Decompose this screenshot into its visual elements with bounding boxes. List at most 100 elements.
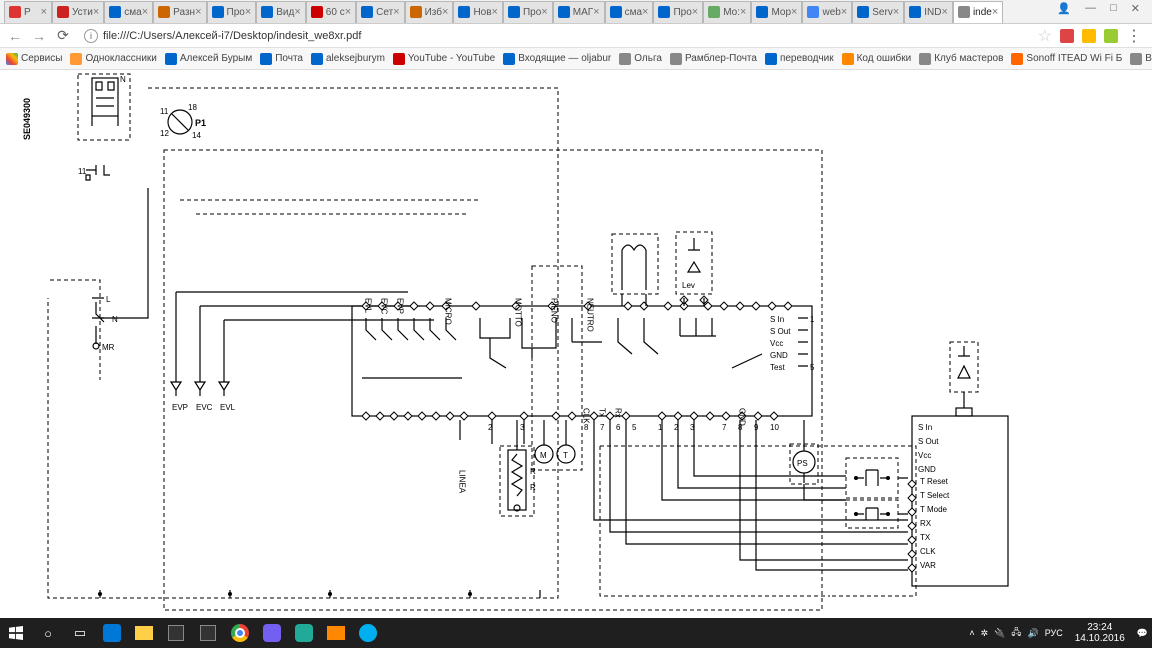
tray-lang[interactable]: РУС — [1045, 628, 1063, 638]
tb-edge[interactable] — [96, 618, 128, 648]
bookmark-8[interactable]: переводчик — [765, 53, 834, 65]
tab-favicon — [857, 6, 869, 18]
tb-explorer[interactable] — [128, 618, 160, 648]
tab-close-icon[interactable]: × — [642, 6, 648, 18]
task-view-button[interactable]: ▭ — [64, 618, 96, 648]
tb-calc[interactable] — [192, 618, 224, 648]
bookmark-label: Алексей Бурым — [180, 53, 252, 64]
bookmark-label: YouTube - YouTube — [408, 53, 495, 64]
tab-16[interactable]: web× — [802, 1, 852, 23]
tb-viber[interactable] — [256, 618, 288, 648]
tab-12[interactable]: сма× — [605, 1, 654, 23]
bookmark-icon — [765, 53, 777, 65]
bookmark-6[interactable]: Ольга — [619, 53, 662, 65]
tab-close-icon[interactable]: × — [541, 6, 547, 18]
tb-app1[interactable] — [288, 618, 320, 648]
tab-close-icon[interactable]: × — [93, 6, 99, 18]
ext-icon-3[interactable] — [1104, 29, 1118, 43]
tab-close-icon[interactable]: × — [791, 6, 797, 18]
tab-17[interactable]: Serv× — [852, 1, 904, 23]
tab-8[interactable]: Изб× — [405, 1, 454, 23]
tab-10[interactable]: Про× — [503, 1, 553, 23]
start-button[interactable] — [0, 618, 32, 648]
back-button[interactable]: ← — [6, 27, 24, 45]
maximize-button[interactable]: □ — [1110, 2, 1117, 14]
bookmark-label: Одноклассники — [85, 53, 156, 64]
ext-icon-1[interactable] — [1060, 29, 1074, 43]
tab-19[interactable]: inde× — [953, 1, 1003, 23]
tab-close-icon[interactable]: × — [692, 6, 698, 18]
bookmark-7[interactable]: Рамблер-Почта — [670, 53, 757, 65]
site-info-icon[interactable]: i — [84, 29, 98, 43]
tab-9[interactable]: Нов× — [453, 1, 503, 23]
tab-0[interactable]: Р× — [4, 1, 52, 23]
forward-button[interactable]: → — [30, 27, 48, 45]
tab-close-icon[interactable]: × — [41, 6, 47, 18]
action-center-icon[interactable]: 💬 — [1137, 628, 1148, 639]
tb-chrome[interactable] — [224, 618, 256, 648]
tab-3[interactable]: Разн× — [153, 1, 206, 23]
svg-text:Lev: Lev — [682, 281, 695, 290]
tab-favicon — [212, 6, 224, 18]
tab-close-icon[interactable]: × — [294, 6, 300, 18]
tray-chevron-icon[interactable]: ˄ — [969, 628, 974, 638]
tab-close-icon[interactable]: × — [245, 6, 251, 18]
pdf-content[interactable]: .w{stroke:#000;stroke-width:1.2;fill:non… — [0, 70, 1152, 618]
tab-close-icon[interactable]: × — [393, 6, 399, 18]
bookmark-4[interactable]: YouTube - YouTube — [393, 53, 495, 65]
bookmark-5[interactable]: Входящие — oljabur — [503, 53, 611, 65]
tab-1[interactable]: Усти× — [52, 1, 104, 23]
tab-4[interactable]: Про× — [207, 1, 257, 23]
tab-close-icon[interactable]: × — [142, 6, 148, 18]
svg-text:NEUTRO: NEUTRO — [586, 298, 595, 332]
tab-close-icon[interactable]: × — [893, 6, 899, 18]
taskbar-clock[interactable]: 23:24 14.10.2016 — [1069, 622, 1131, 644]
bookmark-icon — [842, 53, 854, 65]
tab-15[interactable]: Мор× — [751, 1, 802, 23]
tab-close-icon[interactable]: × — [841, 6, 847, 18]
tab-2[interactable]: сма× — [104, 1, 153, 23]
star-icon[interactable]: ☆ — [1038, 26, 1052, 46]
reload-button[interactable]: ⟳ — [54, 27, 72, 45]
tab-close-icon[interactable]: × — [195, 6, 201, 18]
tray-bt-icon[interactable]: ✲ — [981, 628, 989, 639]
bookmark-12[interactable]: Выполнен импорт — [1130, 53, 1152, 65]
tab-close-icon[interactable]: × — [593, 6, 599, 18]
tab-label: Р — [24, 7, 31, 18]
tab-close-icon[interactable]: × — [992, 6, 998, 18]
window-menu-icon[interactable]: 👤 — [1057, 2, 1071, 15]
minimize-button[interactable]: — — [1085, 2, 1096, 14]
bookmark-3[interactable]: aleksejburym — [311, 53, 385, 65]
tab-6[interactable]: 60 с× — [306, 1, 356, 23]
tb-app2[interactable] — [320, 618, 352, 648]
tab-7[interactable]: Сет× — [356, 1, 404, 23]
tray-net-icon[interactable]: 🖧 — [1011, 625, 1021, 641]
url-field[interactable]: i file:///C:/Users/Алексей-i7/Desktop/in… — [78, 26, 1032, 46]
tab-close-icon[interactable]: × — [740, 6, 746, 18]
tb-skype[interactable] — [352, 618, 384, 648]
apps-button[interactable]: Сервисы — [6, 53, 62, 65]
bookmark-9[interactable]: Код ошибки — [842, 53, 912, 65]
tab-13[interactable]: Про× — [653, 1, 703, 23]
tab-close-icon[interactable]: × — [492, 6, 498, 18]
tb-store[interactable] — [160, 618, 192, 648]
close-button[interactable]: ✕ — [1131, 2, 1140, 15]
bookmark-1[interactable]: Алексей Бурым — [165, 53, 252, 65]
tab-close-icon[interactable]: × — [442, 6, 448, 18]
tab-11[interactable]: МАГ× — [553, 1, 605, 23]
bookmark-2[interactable]: Почта — [260, 53, 303, 65]
svg-text:CLK: CLK — [582, 408, 591, 424]
bookmark-10[interactable]: Клуб мастеров — [919, 53, 1003, 65]
tray-vol-icon[interactable]: 🔊 — [1027, 628, 1038, 639]
bookmark-11[interactable]: Sonoff ITEAD Wi Fi Б — [1011, 53, 1122, 65]
tab-close-icon[interactable]: × — [345, 6, 351, 18]
tray-power-icon[interactable]: 🔌 — [994, 628, 1005, 639]
chrome-menu-icon[interactable]: ⋮ — [1126, 26, 1142, 46]
bookmark-0[interactable]: Одноклассники — [70, 53, 156, 65]
tab-14[interactable]: Мо:× — [703, 1, 751, 23]
search-button[interactable]: ○ — [32, 618, 64, 648]
tab-18[interactable]: IND× — [904, 1, 953, 23]
tab-close-icon[interactable]: × — [942, 6, 948, 18]
tab-5[interactable]: Вид× — [256, 1, 306, 23]
ext-icon-2[interactable] — [1082, 29, 1096, 43]
